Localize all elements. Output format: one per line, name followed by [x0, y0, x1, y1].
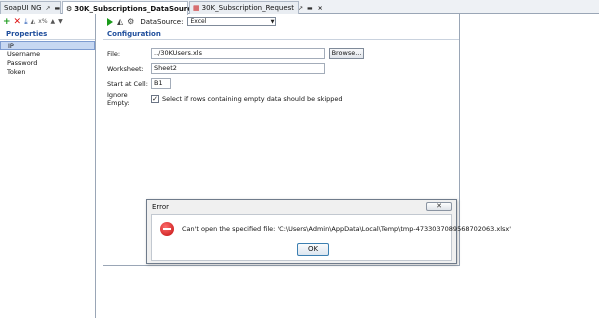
tab-close-icon[interactable]: × — [318, 5, 324, 12]
worksheet-row: Worksheet: Sheet2 — [107, 63, 325, 74]
list-item[interactable]: Username — [0, 50, 95, 59]
tab-label: SoapUI NG — [4, 4, 42, 12]
error-dialog: Error ✕ Can't open the specified file: '… — [146, 199, 511, 264]
worksheet-field[interactable]: Sheet2 — [151, 63, 325, 74]
rename-icon[interactable]: x% — [38, 18, 47, 25]
list-item[interactable]: Password — [0, 59, 95, 68]
properties-panel: + ✕ ⤓ ◭ x% ▲ ▼ Properties IP Username Pa… — [0, 14, 96, 318]
ignore-empty-label: Ignore Empty: — [107, 90, 130, 107]
tab-subscription-request[interactable]: ▦ 30K_Subscription_Request ↗ ▬ × — [189, 1, 323, 14]
request-icon: ▦ — [193, 4, 200, 12]
close-icon[interactable]: ✕ — [426, 202, 452, 211]
datasource-icon: ⚙ — [66, 4, 73, 13]
move-up-icon[interactable]: ▲ — [51, 18, 56, 25]
ignore-empty-checkbox[interactable]: ✓ — [151, 94, 159, 103]
properties-title: Properties — [0, 29, 95, 40]
ignore-empty-row: Ignore Empty: ✓ Select if rows containin… — [107, 90, 343, 107]
error-icon — [160, 222, 174, 236]
browse-button[interactable]: Browse... — [329, 48, 364, 59]
tab-label: 30K_Subscriptions_DataSource — [74, 4, 197, 13]
tab-soapui-ng[interactable]: SoapUI NG ↗ ▬ × — [0, 1, 70, 14]
dialog-title: Error — [152, 203, 170, 211]
ok-button[interactable]: OK — [297, 243, 329, 256]
list-item[interactable]: IP — [0, 41, 95, 50]
file-label: File: — [107, 49, 121, 58]
configuration-title: Configuration — [103, 29, 459, 40]
eraser-icon[interactable]: ◭ — [31, 18, 36, 25]
dialog-titlebar: Error ✕ — [147, 200, 456, 214]
start-cell-row: Start at Cell: B1 — [107, 78, 171, 89]
tab-window-controls[interactable]: ↗ ▬ — [298, 5, 314, 12]
start-cell-label: Start at Cell: — [107, 79, 148, 88]
properties-list: IP Username Password Token — [0, 41, 95, 77]
datasource-label: DataSource: — [140, 17, 184, 26]
datasource-toolbar: ◭ ⚙ DataSource: Excel — [103, 14, 459, 29]
eraser-icon[interactable]: ◭ — [117, 17, 123, 26]
ignore-empty-description: Select if rows containing empty data sho… — [162, 94, 343, 103]
properties-toolbar: + ✕ ⤓ ◭ x% ▲ ▼ — [0, 14, 95, 29]
error-message: Can't open the specified file: 'C:\Users… — [182, 225, 512, 233]
gear-icon[interactable]: ⚙ — [127, 17, 134, 26]
tab-bar: SoapUI NG ↗ ▬ × ⚙ 30K_Subscriptions_Data… — [0, 0, 599, 15]
tab-window-controls[interactable]: ↗ ▬ — [46, 5, 62, 12]
move-down-icon[interactable]: ▼ — [58, 18, 63, 25]
file-row: File: ../30KUsers.xls Browse... — [107, 48, 364, 59]
start-cell-field[interactable]: B1 — [151, 78, 171, 89]
tab-label: 30K_Subscription_Request — [201, 4, 295, 12]
download-icon[interactable]: ⤓ — [24, 17, 28, 27]
x-icon[interactable]: ✕ — [14, 17, 22, 27]
worksheet-label: Worksheet: — [107, 64, 144, 73]
file-field[interactable]: ../30KUsers.xls — [151, 48, 325, 59]
play-icon[interactable] — [107, 17, 113, 26]
datasource-select[interactable]: Excel — [187, 17, 277, 26]
tab-datasource[interactable]: ⚙ 30K_Subscriptions_DataSource ↗ ▬ × — [62, 1, 225, 15]
list-item[interactable]: Token — [0, 68, 95, 77]
plus-icon[interactable]: + — [3, 17, 11, 27]
dialog-body: Can't open the specified file: 'C:\Users… — [151, 214, 511, 261]
